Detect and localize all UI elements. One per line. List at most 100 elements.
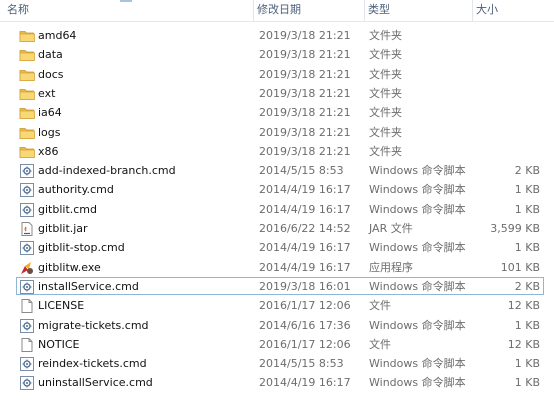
folder-icon [19,144,35,160]
file-size: 1 KB [514,202,540,216]
file-name: gitblitw.exe [38,260,101,274]
file-type: 文件夹 [369,48,402,62]
file-row[interactable]: gitblit.cmd 2014/4/19 16:17 Windows 命令脚本 1 … [16,200,544,218]
file-type: Windows 命令脚本 [369,357,466,371]
folder-icon [19,28,35,44]
file-row[interactable]: ia64 2019/3/18 21:21 文件夹 [16,103,544,121]
folder-icon [19,47,35,63]
file-name: data [38,48,63,62]
file-date-modified: 2014/4/19 16:17 [259,260,351,274]
file-row[interactable]: docs 2019/3/18 21:21 文件夹 [16,65,544,83]
file-name: amd64 [38,29,77,42]
column-header-type[interactable]: 类型 [364,0,470,21]
file-date-modified: 2014/4/19 16:17 [259,376,351,390]
file-date-modified: 2014/4/19 16:17 [259,183,351,197]
file-type: JAR 文件 [369,222,413,235]
file-date-modified: 2014/4/19 16:17 [259,202,351,216]
folder-icon [19,105,35,121]
file-row[interactable]: authority.cmd 2014/4/19 16:17 Windows 命令脚本… [16,180,544,198]
file-type: 文件夹 [369,144,402,158]
file-date-modified: 2019/3/18 21:21 [259,125,351,139]
file-name: ext [38,86,56,100]
file-type: 文件 [369,337,391,351]
application-icon [19,260,35,276]
file-size: 2 KB [514,164,540,178]
file-name: uninstallService.cmd [38,376,153,390]
cmd-script-icon [19,240,35,256]
file-name: gitblit-stop.cmd [38,241,125,255]
file-row[interactable]: uninstallService.cmd 2014/4/19 16:17 Windo… [16,373,544,391]
blank-file-icon [19,337,35,353]
file-row[interactable]: gitblit.jar 2016/6/22 14:52 JAR 文件 3,599 KB [16,219,544,237]
file-date-modified: 2019/3/18 21:21 [259,106,351,120]
file-row[interactable]: ext 2019/3/18 21:21 文件夹 [16,84,544,102]
file-date-modified: 2019/3/18 21:21 [259,48,351,62]
file-row[interactable]: NOTICE 2016/1/17 12:06 文件 12 KB [16,335,544,353]
file-date-modified: 2016/1/17 12:06 [259,299,351,313]
header-accent [120,0,132,2]
file-date-modified: 2014/6/16 17:36 [259,318,351,332]
file-row[interactable]: gitblitw.exe 2014/4/19 16:17 应用程序 101 KB [16,258,544,276]
column-header-bar: 名称 修改日期 类型 大小 [0,0,554,22]
file-date-modified: 2016/6/22 14:52 [259,222,351,235]
file-date-modified: 2016/1/17 12:06 [259,337,351,351]
blank-file-icon [19,298,35,314]
file-size: 1 KB [514,357,540,371]
file-name: gitblit.jar [38,222,88,235]
cmd-script-icon [19,318,35,334]
cmd-script-icon [19,356,35,372]
file-size: 3,599 KB [490,222,540,235]
jar-file-icon [19,221,35,237]
file-size: 1 KB [514,241,540,255]
cmd-script-icon [19,279,35,295]
folder-icon [19,67,35,83]
file-type: Windows 命令脚本 [369,183,466,197]
column-header-date[interactable]: 修改日期 [253,0,361,21]
file-type: Windows 命令脚本 [369,241,466,255]
column-header-name[interactable]: 名称 [4,0,250,21]
file-name: add-indexed-branch.cmd [38,164,176,178]
file-size: 12 KB [507,299,540,313]
file-type: Windows 命令脚本 [369,202,466,216]
folder-icon [19,86,35,102]
file-date-modified: 2019/3/18 16:01 [259,279,351,293]
file-type: 文件夹 [369,29,402,42]
file-name: gitblit.cmd [38,202,98,216]
file-row[interactable]: add-indexed-branch.cmd 2014/5/15 8:53 Wind… [16,161,544,179]
file-name: authority.cmd [38,183,114,197]
cmd-script-icon [19,202,35,218]
file-date-modified: 2014/4/19 16:17 [259,241,351,255]
file-name: migrate-tickets.cmd [38,318,149,332]
file-date-modified: 2019/3/18 21:21 [259,29,351,42]
file-size: 12 KB [507,337,540,351]
file-type: 文件夹 [369,86,402,100]
file-row[interactable]: x86 2019/3/18 21:21 文件夹 [16,142,544,160]
folder-icon [19,125,35,141]
file-type: 文件夹 [369,125,402,139]
cmd-script-icon [19,163,35,179]
file-row[interactable]: gitblit-stop.cmd 2014/4/19 16:17 Windows 命… [16,238,544,256]
file-row[interactable]: migrate-tickets.cmd 2014/6/16 17:36 Window… [16,316,544,334]
file-name: reindex-tickets.cmd [38,357,147,371]
file-type: 文件夹 [369,106,402,120]
file-row[interactable]: amd64 2019/3/18 21:21 文件夹 [16,26,544,44]
file-row[interactable]: logs 2019/3/18 21:21 文件夹 [16,123,544,141]
column-header-size[interactable]: 大小 [472,0,554,21]
file-row[interactable]: reindex-tickets.cmd 2014/5/15 8:53 Windows… [16,354,544,372]
file-date-modified: 2019/3/18 21:21 [259,67,351,81]
file-name: NOTICE [38,337,80,351]
file-row[interactable]: data 2019/3/18 21:21 文件夹 [16,45,544,63]
file-name: docs [38,67,64,81]
file-size: 101 KB [500,260,540,274]
file-row[interactable]: installService.cmd 2019/3/18 16:01 Windows… [16,276,544,295]
file-name: x86 [38,144,59,158]
file-type: Windows 命令脚本 [369,164,466,178]
file-type: Windows 命令脚本 [369,279,466,293]
file-row[interactable]: LICENSE 2016/1/17 12:06 文件 12 KB [16,296,544,314]
file-type: Windows 命令脚本 [369,318,466,332]
file-date-modified: 2014/5/15 8:53 [259,357,344,371]
file-date-modified: 2014/5/15 8:53 [259,164,344,178]
file-size: 1 KB [514,376,540,390]
file-type: 文件 [369,299,391,313]
file-type: 应用程序 [369,260,413,274]
